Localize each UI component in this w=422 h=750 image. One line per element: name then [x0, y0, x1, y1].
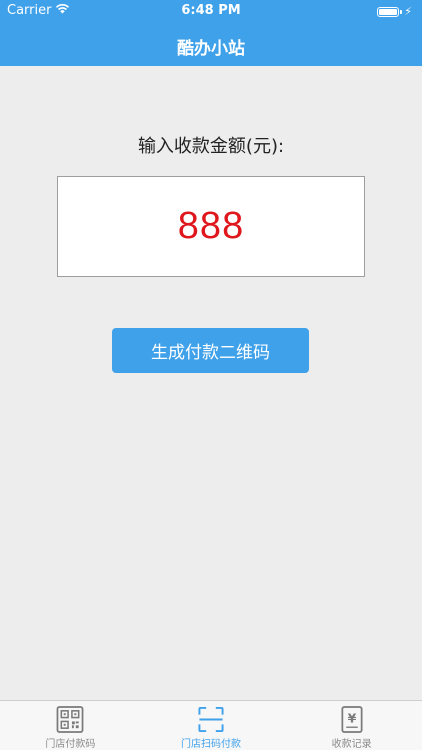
battery-indicator: ⚡	[377, 5, 412, 18]
battery-icon	[377, 6, 400, 17]
qr-code-icon	[56, 706, 84, 733]
tab-label: 门店付款码	[45, 739, 96, 750]
status-bar: Carrier 6:48 PM ⚡	[0, 0, 422, 22]
page-title: 酷办小站	[177, 39, 245, 59]
generate-qr-button[interactable]: 生成付款二维码	[112, 328, 309, 373]
status-time: 6:48 PM	[181, 3, 241, 18]
yuan-receipt-icon: ¥	[341, 706, 363, 733]
navigation-bar: 酷办小站	[0, 22, 422, 66]
battery-fill	[379, 8, 398, 15]
amount-label: 输入收款金额(元):	[137, 136, 285, 157]
svg-text:¥: ¥	[347, 710, 356, 725]
tab-store-scan-payment[interactable]: 门店扫码付款	[141, 701, 282, 750]
tab-label: 收款记录	[331, 739, 372, 750]
tab-bar: 门店付款码 门店扫码付款 ¥ 收款记录	[0, 700, 422, 750]
amount-input[interactable]: 888	[57, 176, 365, 277]
battery-cap	[400, 9, 403, 14]
tab-label: 门店扫码付款	[181, 739, 241, 750]
scan-icon	[198, 706, 224, 733]
amount-value: 888	[177, 205, 245, 247]
tab-payment-records[interactable]: ¥ 收款记录	[281, 701, 422, 750]
tab-store-payment-code[interactable]: 门店付款码	[0, 701, 141, 750]
charging-icon: ⚡	[404, 5, 412, 18]
